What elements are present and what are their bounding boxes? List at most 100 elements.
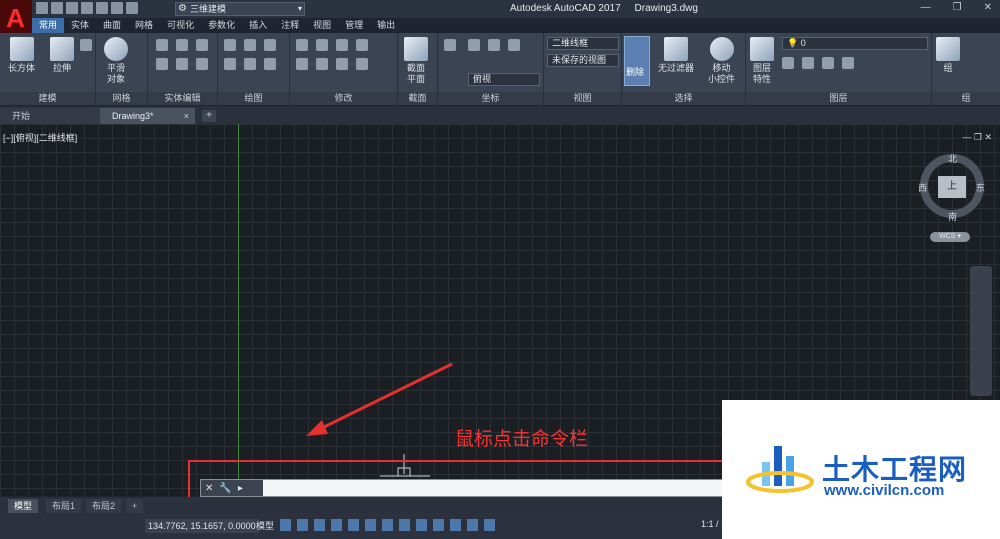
transparency-icon[interactable] — [433, 519, 444, 531]
application-menu-button[interactable]: A — [0, 0, 32, 36]
osnap-icon[interactable] — [348, 519, 359, 531]
slice-icon[interactable] — [156, 58, 168, 70]
tab-view[interactable]: 视图 — [306, 18, 338, 33]
layout-tab-model[interactable]: 模型 — [8, 499, 39, 513]
ucs-3point-icon[interactable] — [508, 39, 520, 51]
tab-manage[interactable]: 管理 — [338, 18, 370, 33]
layer-off-icon[interactable] — [782, 57, 794, 69]
wcs-menu[interactable]: WCS ▾ — [930, 232, 970, 242]
command-input[interactable] — [265, 481, 720, 495]
tab-parametric[interactable]: 参数化 — [201, 18, 242, 33]
view-combo[interactable]: 俯视 — [468, 73, 540, 86]
layer-freeze-icon[interactable] — [822, 57, 834, 69]
panel-title-groups[interactable]: 组 — [932, 92, 1000, 105]
undo-icon[interactable] — [111, 2, 123, 14]
save-icon[interactable] — [66, 2, 78, 14]
box-button[interactable]: 长方体 — [8, 37, 35, 74]
new-file-icon[interactable] — [36, 2, 48, 14]
model-space-toggle[interactable]: 模型 — [256, 519, 274, 532]
annotation-scale-icon[interactable] — [484, 519, 495, 531]
snap-icon[interactable] — [297, 519, 308, 531]
grid-icon[interactable] — [280, 519, 291, 531]
layout-tab-1[interactable]: 布局1 — [46, 499, 82, 513]
panel-title-modeling[interactable]: 建模 — [0, 92, 95, 105]
coordinates-readout[interactable]: 134.7762, 15.1657, 0.0000 — [145, 519, 259, 533]
ucs-icon[interactable] — [444, 39, 456, 51]
wrench-icon[interactable]: 🔧 — [219, 483, 231, 494]
close-button[interactable]: ✕ — [984, 2, 992, 13]
subtract-icon[interactable] — [176, 39, 188, 51]
layout-tab-2[interactable]: 布局2 — [86, 499, 122, 513]
minimize-button[interactable]: — — [921, 2, 931, 13]
panel-title-mesh[interactable]: 网格 — [96, 92, 147, 105]
redo-icon[interactable] — [126, 2, 138, 14]
spline-icon[interactable] — [224, 58, 236, 70]
move-icon[interactable] — [296, 39, 308, 51]
delete-button[interactable] — [624, 36, 650, 86]
scale-icon[interactable] — [336, 58, 348, 70]
lineweight-icon[interactable] — [416, 519, 427, 531]
polyline-icon[interactable] — [224, 39, 236, 51]
section-plane-button[interactable]: 截面 平面 — [404, 37, 428, 85]
move-gizmo-button[interactable]: 移动 小控件 — [708, 37, 735, 85]
circle-icon[interactable] — [244, 58, 256, 70]
panel-title-modify[interactable]: 修改 — [290, 92, 397, 105]
extrude-button[interactable]: 拉伸 — [50, 37, 74, 74]
tab-visualize[interactable]: 可视化 — [160, 18, 201, 33]
dynamic-ucs-icon[interactable] — [382, 519, 393, 531]
ortho-icon[interactable] — [314, 519, 325, 531]
layer-properties-button[interactable]: 图层 特性 — [750, 37, 774, 85]
tab-insert[interactable]: 插入 — [242, 18, 274, 33]
panel-title-layers[interactable]: 图层 — [746, 92, 931, 105]
ucs-origin-icon[interactable] — [488, 39, 500, 51]
panel-title-view[interactable]: 视图 — [544, 92, 621, 105]
save-as-icon[interactable] — [81, 2, 93, 14]
filter-button[interactable]: 无过滤器 — [658, 37, 694, 74]
array-icon[interactable] — [356, 58, 368, 70]
new-tab-button[interactable]: + — [202, 110, 216, 122]
command-prompt-icon[interactable]: ▸ — [238, 483, 243, 494]
open-file-icon[interactable] — [51, 2, 63, 14]
tab-output[interactable]: 输出 — [370, 18, 402, 33]
panel-title-draw[interactable]: 绘图 — [218, 92, 289, 105]
smooth-object-button[interactable]: 平滑 对象 — [104, 37, 128, 85]
command-line[interactable]: ✕ 🔧 ▸ — [200, 479, 725, 497]
rectangle-icon[interactable] — [264, 58, 276, 70]
mirror-icon[interactable] — [296, 58, 308, 70]
saved-view-combo[interactable]: 未保存的视图 — [547, 54, 619, 67]
arc-icon[interactable] — [264, 39, 276, 51]
group-button[interactable]: 组 — [936, 37, 960, 74]
ucs-world-icon[interactable] — [468, 39, 480, 51]
polar-icon[interactable] — [331, 519, 342, 531]
compass-west[interactable]: 西 — [918, 181, 927, 194]
navigation-bar[interactable] — [970, 266, 992, 396]
selection-cycling-icon[interactable] — [450, 519, 461, 531]
compass-south[interactable]: 南 — [948, 210, 957, 223]
command-close-icon[interactable]: ✕ — [205, 483, 213, 494]
add-layout-button[interactable]: + — [126, 499, 144, 513]
line-icon[interactable] — [244, 39, 256, 51]
trim-icon[interactable] — [336, 39, 348, 51]
panel-title-selection[interactable]: 选择 — [622, 92, 745, 105]
plot-icon[interactable] — [96, 2, 108, 14]
otrack-icon[interactable] — [365, 519, 376, 531]
shell-icon[interactable] — [196, 58, 208, 70]
viewport-controls[interactable]: — ❐ ✕ — [962, 132, 992, 143]
copy-icon[interactable] — [356, 39, 368, 51]
panel-title-coordinates[interactable]: 坐标 — [438, 92, 543, 105]
fillet-edge-icon[interactable] — [176, 58, 188, 70]
fillet-icon[interactable] — [316, 58, 328, 70]
layer-isolate-icon[interactable] — [802, 57, 814, 69]
panel-title-section[interactable]: 截面 — [398, 92, 437, 105]
viewcube-top-face[interactable]: 上 — [938, 176, 966, 198]
layer-lock-icon[interactable] — [842, 57, 854, 69]
compass-north[interactable]: 北 — [948, 152, 957, 165]
file-tab-drawing3[interactable]: Drawing3* × — [100, 108, 195, 124]
workspace-selector[interactable]: ⚙ 三维建模 ▾ — [175, 2, 305, 16]
3d-osnap-icon[interactable] — [467, 519, 478, 531]
tab-surface[interactable]: 曲面 — [96, 18, 128, 33]
viewport-label[interactable]: [−][俯视][二维线框] — [3, 131, 77, 144]
intersect-icon[interactable] — [196, 39, 208, 51]
panel-title-solid-edit[interactable]: 实体编辑 — [148, 92, 217, 105]
rotate-icon[interactable] — [316, 39, 328, 51]
